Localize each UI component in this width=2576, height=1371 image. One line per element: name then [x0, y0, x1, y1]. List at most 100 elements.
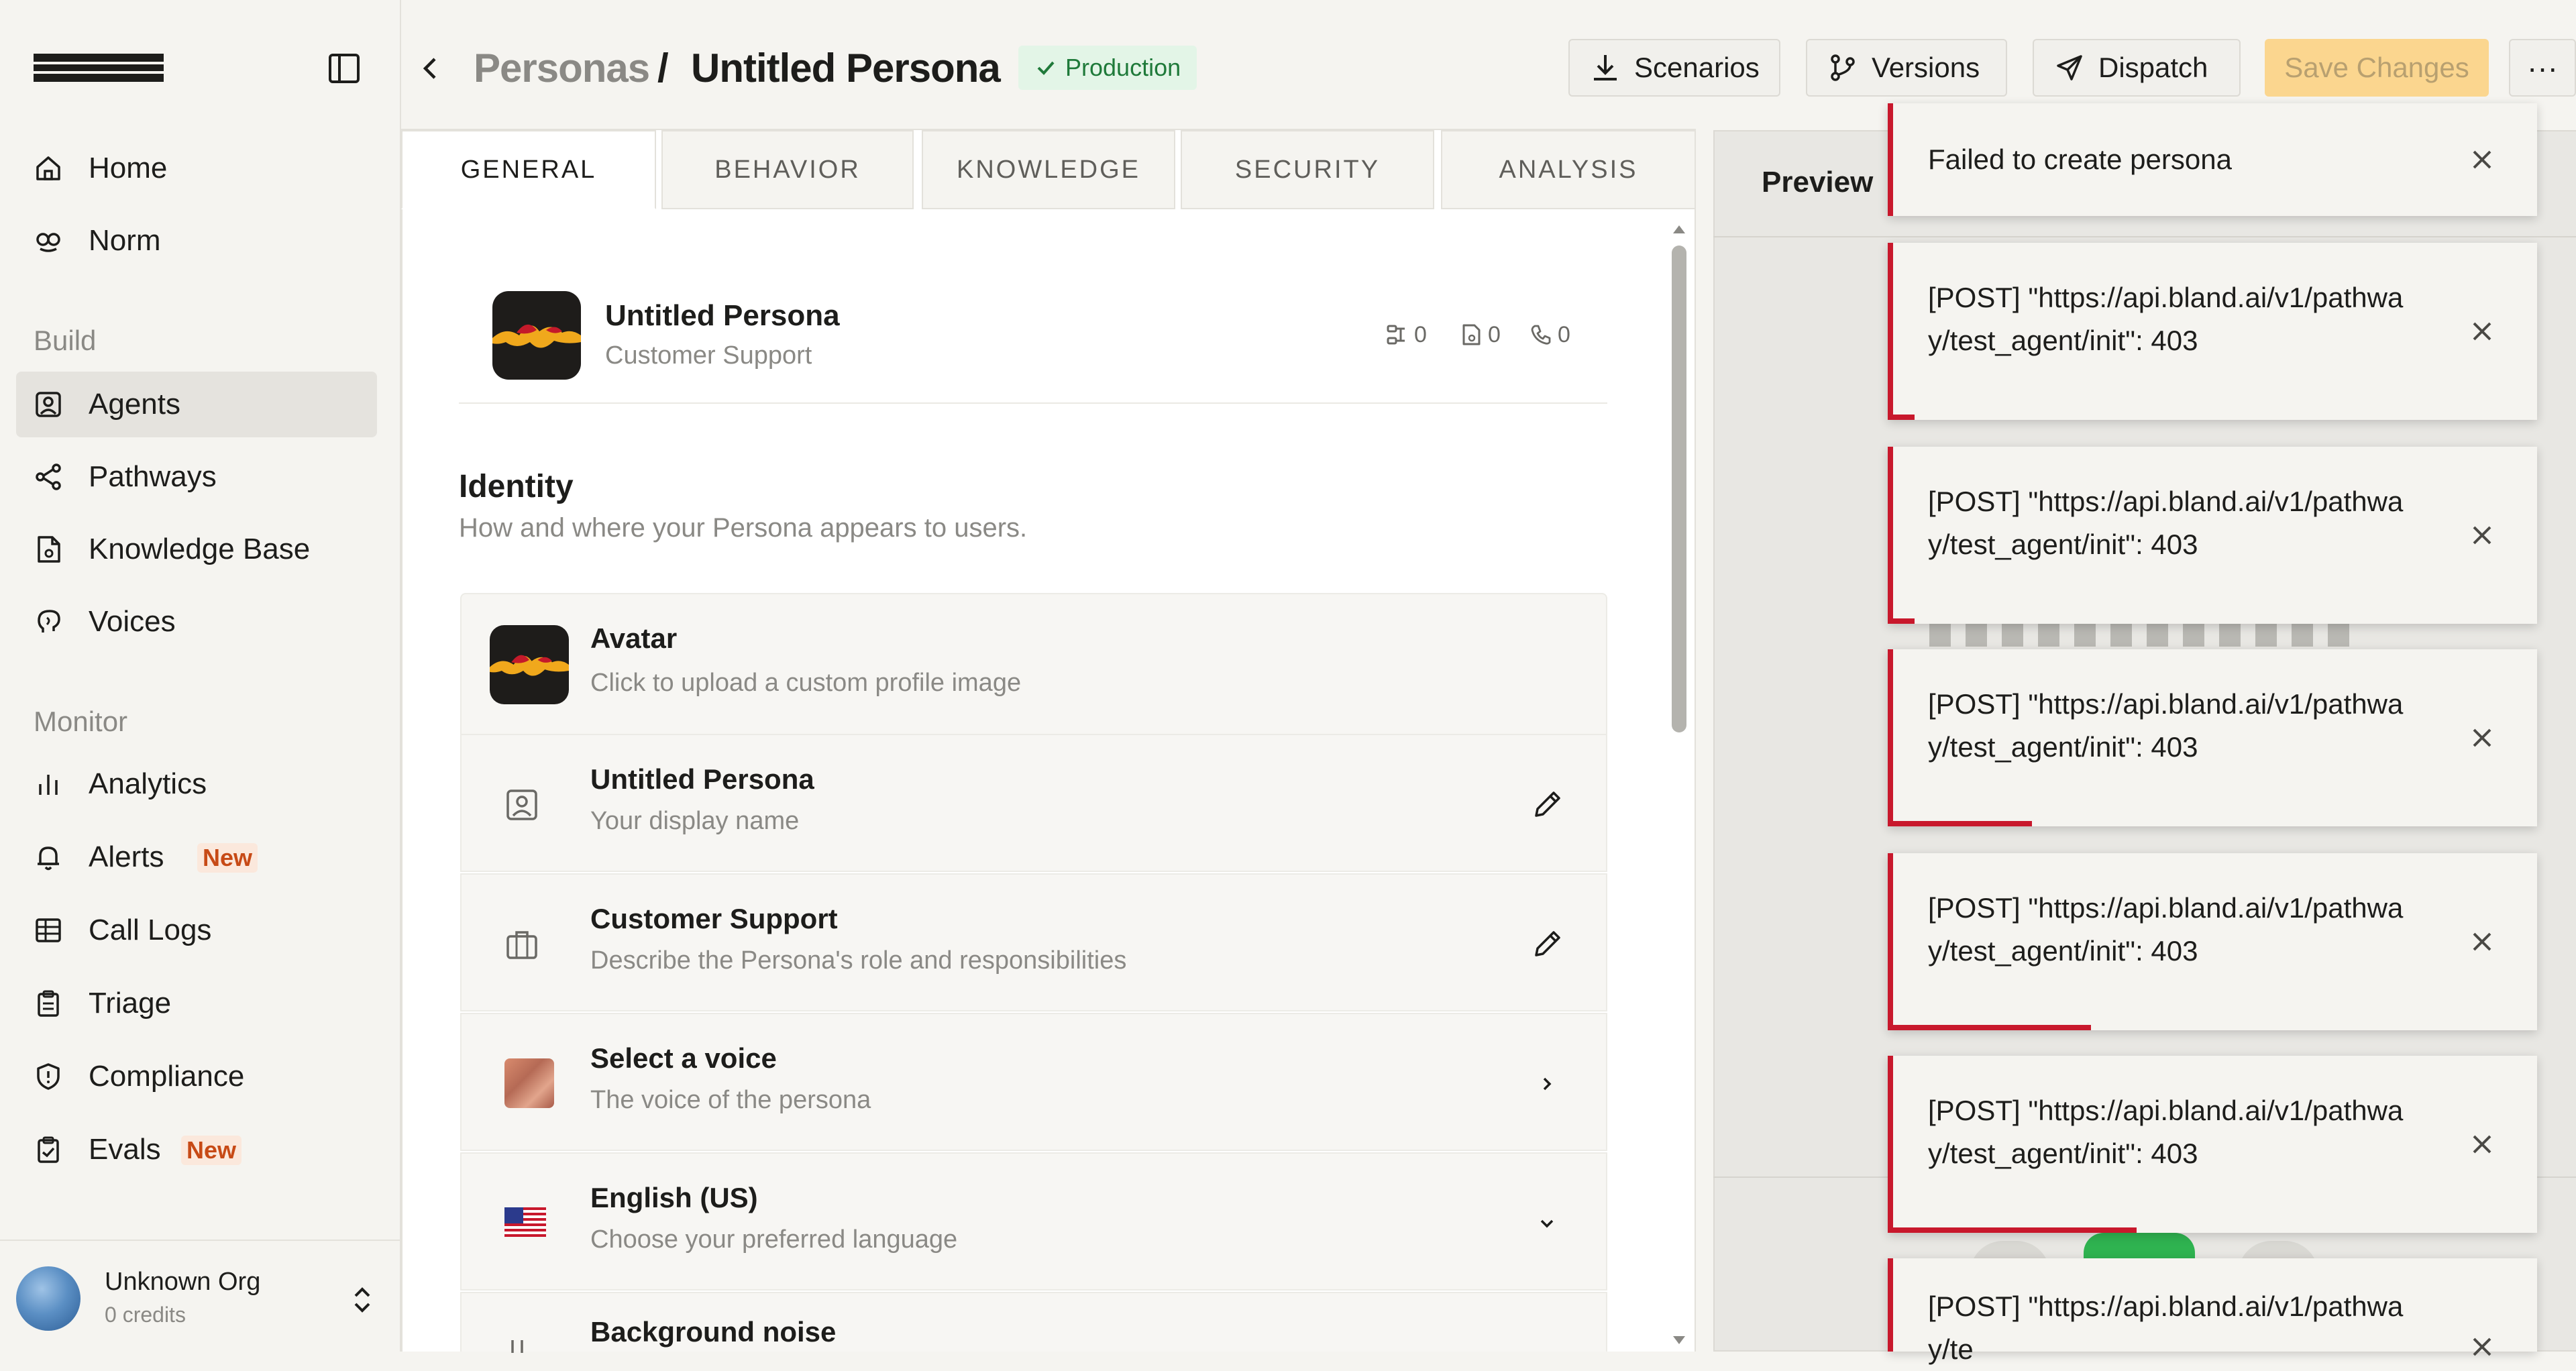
voices-icon — [34, 607, 63, 637]
chevron-up-down-icon[interactable] — [349, 1284, 376, 1316]
sliders-icon — [504, 1335, 539, 1353]
persona-name: Untitled Persona — [605, 299, 840, 332]
phone-icon — [1529, 323, 1552, 346]
sidebar-item-label: Agents — [89, 388, 180, 421]
scrollbar-thumb[interactable] — [1672, 245, 1686, 732]
toast-message: [POST] "https://api.bland.ai/v1/pathway/… — [1928, 486, 2404, 560]
avatar-row[interactable]: Avatar Click to upload a custom profile … — [460, 593, 1607, 735]
bland-logo[interactable] — [34, 50, 164, 85]
close-icon[interactable] — [2467, 317, 2497, 346]
tab-security[interactable]: SECURITY — [1181, 130, 1434, 209]
sidebar-item-norm[interactable]: Norm — [16, 208, 377, 274]
save-changes-button[interactable]: Save Changes — [2265, 39, 2489, 97]
sidebar-item-evals[interactable]: Evals New — [16, 1117, 377, 1183]
tab-behavior[interactable]: BEHAVIOR — [661, 130, 914, 209]
norm-icon — [34, 226, 63, 256]
section-monitor-heading: Monitor — [34, 706, 128, 737]
divider — [1713, 236, 2576, 237]
toast-message: [POST] "https://api.bland.ai/v1/pathway/… — [1928, 1095, 2404, 1169]
display-name-row[interactable]: Untitled Persona Your display name — [460, 734, 1607, 872]
breadcrumb-separator: / — [657, 46, 669, 91]
calls-count: 0 — [1529, 321, 1570, 349]
sidebar-toggle-icon[interactable] — [326, 52, 362, 85]
role-row[interactable]: Customer Support Describe the Persona's … — [460, 873, 1607, 1011]
row-title: English (US) — [590, 1182, 758, 1213]
versions-label: Versions — [1872, 52, 1980, 83]
sidebar-item-label: Pathways — [89, 460, 217, 493]
close-icon[interactable] — [2467, 927, 2497, 956]
sidebar-item-label: Knowledge Base — [89, 533, 311, 565]
chevron-right-icon[interactable] — [1529, 1066, 1564, 1101]
clipboard-icon — [34, 989, 63, 1018]
pencil-icon[interactable] — [1529, 927, 1564, 962]
tab-analysis[interactable]: ANALYSIS — [1441, 130, 1696, 209]
divider — [459, 402, 1607, 404]
sidebar-item-call-logs[interactable]: Call Logs — [16, 897, 377, 963]
shield-icon — [34, 1062, 63, 1091]
more-options-button[interactable]: ··· — [2509, 39, 2576, 97]
toast-notification: [POST] "https://api.bland.ai/v1/pathway/… — [1888, 1258, 2537, 1365]
close-icon[interactable] — [2467, 145, 2497, 174]
toast-message: Failed to create persona — [1928, 144, 2232, 175]
close-icon[interactable] — [2467, 1130, 2497, 1159]
row-subtitle: Describe the Persona's role and responsi… — [590, 946, 1127, 975]
breadcrumb-personas[interactable]: Personas — [474, 43, 650, 94]
toast-progress-bar — [1888, 821, 2032, 826]
background-noise-row[interactable]: Background noise — [460, 1292, 1607, 1353]
voice-select-row[interactable]: Select a voice The voice of the persona — [460, 1013, 1607, 1151]
tab-general[interactable]: GENERAL — [401, 130, 656, 209]
loading-dash — [1929, 624, 1951, 647]
document-icon — [1460, 323, 1483, 346]
agents-icon — [34, 390, 63, 419]
row-title: Select a voice — [590, 1042, 777, 1074]
send-icon — [2054, 52, 2085, 83]
toast-progress-bar — [1888, 415, 1915, 420]
tab-knowledge[interactable]: KNOWLEDGE — [922, 130, 1175, 209]
sidebar-item-alerts[interactable]: Alerts New — [16, 824, 377, 890]
status-badge: Production — [1018, 46, 1197, 90]
sidebar-item-agents[interactable]: Agents — [16, 372, 377, 437]
loading-dash — [2074, 624, 2096, 647]
preview-heading: Preview — [1762, 166, 1874, 199]
loading-dash — [2292, 624, 2313, 647]
close-icon[interactable] — [2467, 723, 2497, 753]
toast-notification: [POST] "https://api.bland.ai/v1/pathway/… — [1888, 853, 2537, 1030]
sidebar-item-pathways[interactable]: Pathways — [16, 444, 377, 510]
org-avatar — [16, 1266, 80, 1331]
toast-message: [POST] "https://api.bland.ai/v1/pathway/… — [1928, 892, 2404, 967]
scenarios-button[interactable]: Scenarios — [1568, 39, 1780, 97]
versions-button[interactable]: Versions — [1806, 39, 2007, 97]
section-build-heading: Build — [34, 325, 97, 356]
row-subtitle: Click to upload a custom profile image — [590, 669, 1022, 697]
loading-dash — [2002, 624, 2023, 647]
pencil-icon[interactable] — [1529, 787, 1564, 822]
toast-notification: [POST] "https://api.bland.ai/v1/pathway/… — [1888, 243, 2537, 420]
dispatch-button[interactable]: Dispatch — [2033, 39, 2241, 97]
dispatch-label: Dispatch — [2098, 52, 2208, 83]
check-icon — [1034, 56, 1057, 79]
toast-message: [POST] "https://api.bland.ai/v1/pathway/… — [1928, 688, 2404, 763]
user-card-icon — [504, 787, 539, 822]
download-arrow-icon — [1590, 52, 1621, 83]
chevron-down-icon[interactable] — [1529, 1206, 1564, 1241]
sidebar-item-voices[interactable]: Voices — [16, 589, 377, 655]
sidebar-item-compliance[interactable]: Compliance — [16, 1044, 377, 1109]
sidebar-item-label: Voices — [89, 605, 176, 638]
org-name: Unknown Org — [105, 1268, 261, 1296]
us-flag-icon — [504, 1207, 546, 1237]
new-badge: New — [181, 1136, 242, 1165]
back-chevron-icon[interactable] — [417, 52, 444, 85]
sidebar-item-knowledge-base[interactable]: Knowledge Base — [16, 516, 377, 582]
row-title: Untitled Persona — [590, 763, 814, 795]
loading-dash — [2328, 624, 2349, 647]
close-icon[interactable] — [2467, 520, 2497, 550]
sidebar-item-home[interactable]: Home — [16, 135, 377, 201]
sidebar-item-triage[interactable]: Triage — [16, 971, 377, 1036]
loading-dash — [2110, 624, 2132, 647]
analytics-icon — [34, 769, 63, 799]
close-icon[interactable] — [2467, 1332, 2497, 1362]
persona-avatar[interactable] — [492, 291, 581, 380]
sidebar-item-label: Analytics — [89, 767, 207, 800]
sidebar-item-analytics[interactable]: Analytics — [16, 751, 377, 817]
language-row[interactable]: English (US) Choose your preferred langu… — [460, 1152, 1607, 1291]
